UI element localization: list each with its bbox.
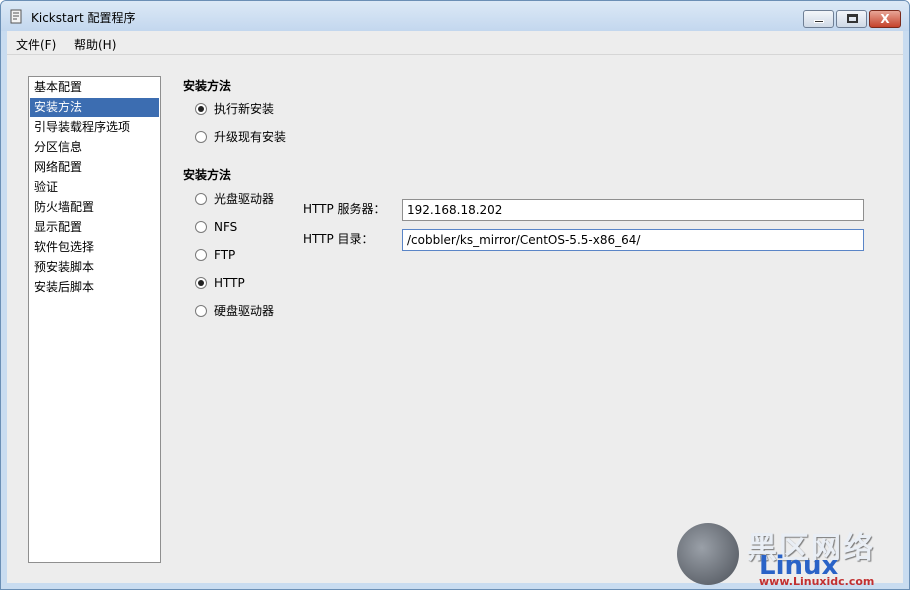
sidebar-item-network[interactable]: 网络配置 — [30, 158, 159, 177]
radio-ftp-label: FTP — [214, 248, 236, 262]
kickstart-app-icon — [10, 9, 22, 24]
maximize-icon — [847, 14, 858, 23]
sidebar-item-display[interactable]: 显示配置 — [30, 218, 159, 237]
sidebar-item-pre-script[interactable]: 预安装脚本 — [30, 258, 159, 277]
sidebar-item-basic[interactable]: 基本配置 — [30, 78, 159, 97]
minimize-button[interactable] — [803, 10, 834, 28]
radio-harddrive-label: 硬盘驱动器 — [214, 304, 275, 318]
radio-harddrive-indicator[interactable] — [195, 305, 207, 317]
watermark-url-text: www.Linuxidc.com — [759, 575, 875, 588]
http-dir-input[interactable] — [402, 229, 864, 251]
sidebar-item-auth[interactable]: 验证 — [30, 178, 159, 197]
sidebar-item-bootloader[interactable]: 引导装载程序选项 — [30, 118, 159, 137]
install-type-title: 安装方法 — [183, 79, 232, 93]
menu-help[interactable]: 帮助(H) — [74, 36, 116, 53]
sidebar-item-packages[interactable]: 软件包选择 — [30, 238, 159, 257]
sidebar-item-install-method[interactable]: 安装方法 — [30, 98, 159, 117]
radio-new-install-label: 执行新安装 — [214, 102, 275, 116]
client-area: 文件(F) 帮助(H) 基本配置 安装方法 引导装载程序选项 分区信息 网络配置… — [7, 31, 903, 583]
radio-ftp-indicator[interactable] — [195, 249, 207, 261]
minimize-icon — [814, 20, 824, 23]
title-bar[interactable]: Kickstart 配置程序 X — [1, 1, 909, 31]
radio-new-install-indicator[interactable] — [195, 103, 207, 115]
http-server-input[interactable] — [402, 199, 864, 221]
radio-upgrade-indicator[interactable] — [195, 131, 207, 143]
radio-http-indicator[interactable] — [195, 277, 207, 289]
radio-cdrom-label: 光盘驱动器 — [214, 192, 275, 206]
radio-nfs-indicator[interactable] — [195, 221, 207, 233]
close-icon: X — [880, 12, 890, 26]
sidebar-item-post-script[interactable]: 安装后脚本 — [30, 278, 159, 297]
main-window: Kickstart 配置程序 X 文件(F) 帮助(H) 基本配置 安装方法 引… — [0, 0, 910, 590]
maximize-button[interactable] — [836, 10, 867, 28]
section-list: 基本配置 安装方法 引导装载程序选项 分区信息 网络配置 验证 防火墙配置 显示… — [28, 76, 161, 563]
close-button[interactable]: X — [869, 10, 901, 28]
sidebar-item-firewall[interactable]: 防火墙配置 — [30, 198, 159, 217]
install-source-title: 安装方法 — [183, 168, 232, 182]
watermark-logo-icon — [677, 523, 739, 585]
radio-http-label: HTTP — [214, 276, 245, 290]
http-dir-label: HTTP 目录： — [303, 232, 374, 246]
menu-file[interactable]: 文件(F) — [16, 36, 56, 53]
watermark: 黑区网络 Linux www.Linuxidc.com — [677, 523, 907, 589]
radio-nfs-label: NFS — [214, 220, 238, 234]
window-title: Kickstart 配置程序 — [31, 11, 136, 25]
radio-upgrade-label: 升级现有安装 — [214, 130, 287, 144]
menu-bar: 文件(F) 帮助(H) — [7, 31, 903, 55]
sidebar-item-partition[interactable]: 分区信息 — [30, 138, 159, 157]
http-server-label: HTTP 服务器： — [303, 202, 386, 216]
radio-cdrom-indicator[interactable] — [195, 193, 207, 205]
